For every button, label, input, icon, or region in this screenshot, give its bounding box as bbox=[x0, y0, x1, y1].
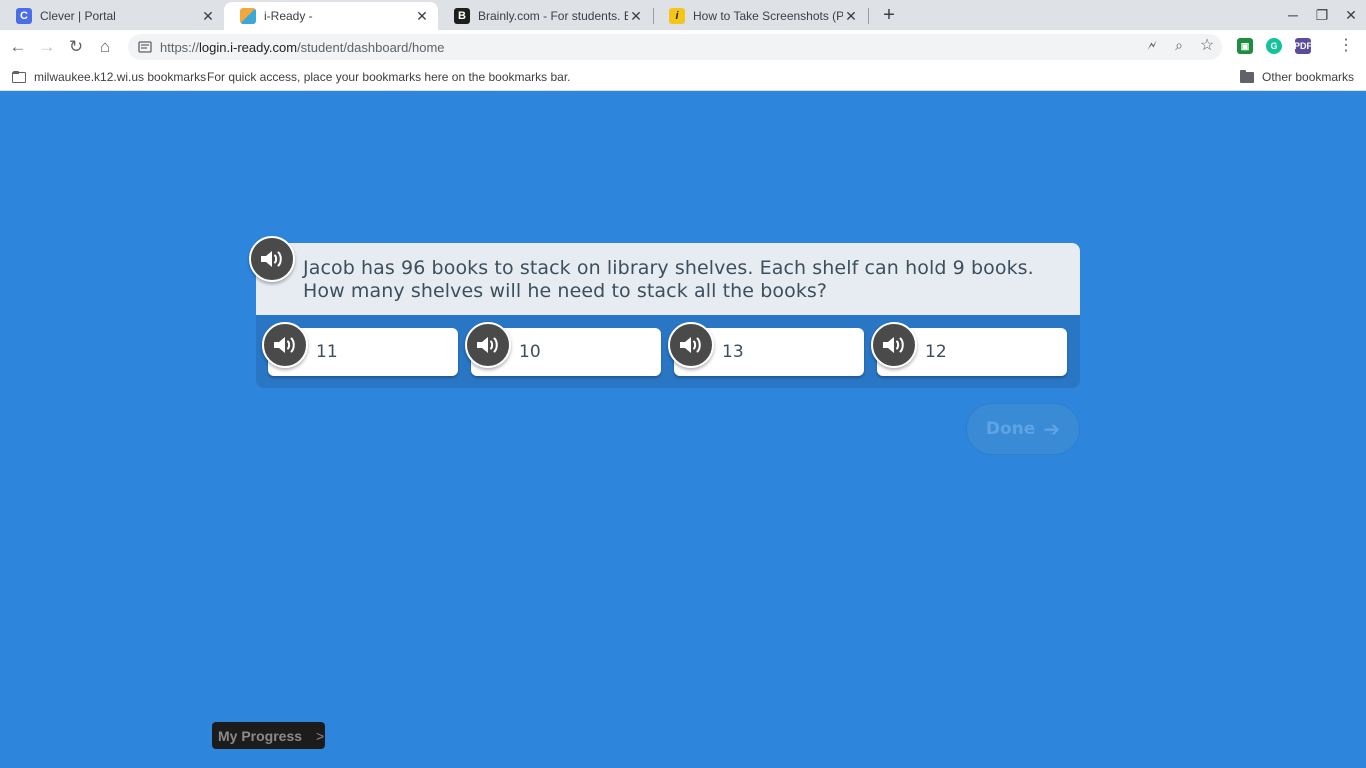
back-arrow-icon[interactable]: ← bbox=[8, 37, 28, 57]
grammarly-extension-icon[interactable]: G bbox=[1266, 38, 1282, 54]
browser-menu-icon[interactable]: ⋮ bbox=[1338, 37, 1354, 54]
my-progress-button[interactable]: My Progress > bbox=[212, 722, 325, 749]
lesson-content: Jacob has 96 books to stack on library s… bbox=[0, 91, 1366, 768]
reload-icon[interactable]: ↻ bbox=[66, 37, 86, 57]
restore-window-icon[interactable]: ❐ bbox=[1311, 4, 1333, 26]
flash-blocked-icon[interactable]: 🗲 bbox=[1144, 37, 1160, 53]
tab-title: i-Ready - bbox=[264, 9, 313, 23]
iready-favicon-icon bbox=[240, 8, 256, 24]
tab-title: Brainly.com - For students. By st bbox=[478, 9, 628, 23]
url-path: /student/dashboard/home bbox=[297, 39, 445, 55]
tab-title: How to Take Screenshots (Print S bbox=[693, 9, 843, 23]
tab-brainly[interactable]: B Brainly.com - For students. By st ✕ bbox=[438, 2, 652, 30]
url-scheme: https:// bbox=[160, 39, 200, 55]
url-host: login.i-ready.com bbox=[199, 39, 298, 55]
tab-clever[interactable]: C Clever | Portal ✕ bbox=[0, 2, 224, 30]
bookmarks-bar: milwaukee.k12.wi.us bookmarks For quick … bbox=[0, 64, 1366, 91]
tab-screenshots[interactable]: i How to Take Screenshots (Print S ✕ bbox=[653, 2, 867, 30]
answer-2-speaker-icon[interactable] bbox=[465, 322, 511, 368]
home-icon[interactable]: ⌂ bbox=[95, 37, 115, 57]
minimize-icon[interactable]: ─ bbox=[1282, 4, 1304, 26]
answer-label: 10 bbox=[519, 342, 541, 362]
pdf-extension-icon[interactable]: PDF bbox=[1294, 38, 1312, 54]
question-card: Jacob has 96 books to stack on library s… bbox=[256, 243, 1080, 315]
bookmark-folder-label: milwaukee.k12.wi.us bookmarks bbox=[34, 70, 207, 84]
folder-icon bbox=[1240, 69, 1254, 83]
brainly-favicon-icon: B bbox=[454, 8, 470, 24]
answer-label: 13 bbox=[722, 342, 744, 362]
instructables-favicon-icon: i bbox=[669, 8, 685, 24]
tab-title: Clever | Portal bbox=[40, 9, 116, 23]
bookmark-star-icon[interactable]: ☆ bbox=[1199, 37, 1215, 54]
bookmarks-hint: For quick access, place your bookmarks h… bbox=[207, 70, 571, 84]
answer-label: 12 bbox=[925, 342, 947, 362]
done-button[interactable]: Done ➔ bbox=[966, 403, 1080, 455]
forward-arrow-icon[interactable]: → bbox=[37, 37, 57, 57]
close-tab-icon[interactable]: ✕ bbox=[843, 8, 859, 24]
address-bar[interactable]: https://login.i-ready.com/student/dashbo… bbox=[128, 34, 1222, 60]
chevron-right-icon: > bbox=[316, 727, 325, 744]
answer-1-speaker-icon[interactable] bbox=[262, 322, 308, 368]
my-progress-label: My Progress bbox=[218, 727, 303, 744]
folder-icon bbox=[12, 70, 26, 83]
done-label: Done bbox=[985, 419, 1036, 439]
google-classroom-extension-icon[interactable]: ▣ bbox=[1237, 38, 1253, 54]
tab-iready[interactable]: i-Ready - ✕ bbox=[224, 2, 438, 30]
tab-separator bbox=[868, 8, 869, 24]
answer-3-speaker-icon[interactable] bbox=[668, 322, 714, 368]
question-text: Jacob has 96 books to stack on library s… bbox=[303, 257, 1034, 302]
question-speaker-icon[interactable] bbox=[249, 236, 295, 282]
page-info-icon[interactable] bbox=[138, 40, 152, 54]
clever-favicon-icon: C bbox=[16, 8, 32, 24]
browser-toolbar: ← → ↻ ⌂ https://login.i-ready.com/studen… bbox=[0, 30, 1366, 64]
other-bookmarks-label: Other bookmarks bbox=[1262, 70, 1355, 84]
zoom-icon[interactable]: ⌕ bbox=[1171, 37, 1187, 53]
answer-4-speaker-icon[interactable] bbox=[871, 322, 917, 368]
new-tab-plus-icon[interactable]: + bbox=[878, 4, 900, 26]
arrow-right-icon: ➔ bbox=[1043, 417, 1061, 441]
other-bookmarks[interactable]: Other bookmarks bbox=[1240, 69, 1354, 85]
close-tab-icon[interactable]: ✕ bbox=[414, 8, 430, 24]
close-tab-icon[interactable]: ✕ bbox=[628, 8, 644, 24]
tab-strip: C Clever | Portal ✕ i-Ready - ✕ B Brainl… bbox=[0, 0, 1366, 30]
close-tab-icon[interactable]: ✕ bbox=[200, 8, 216, 24]
bookmark-folder-milwaukee[interactable]: milwaukee.k12.wi.us bookmarks bbox=[12, 69, 206, 85]
answer-label: 11 bbox=[316, 342, 338, 362]
close-window-icon[interactable]: ✕ bbox=[1340, 4, 1362, 26]
